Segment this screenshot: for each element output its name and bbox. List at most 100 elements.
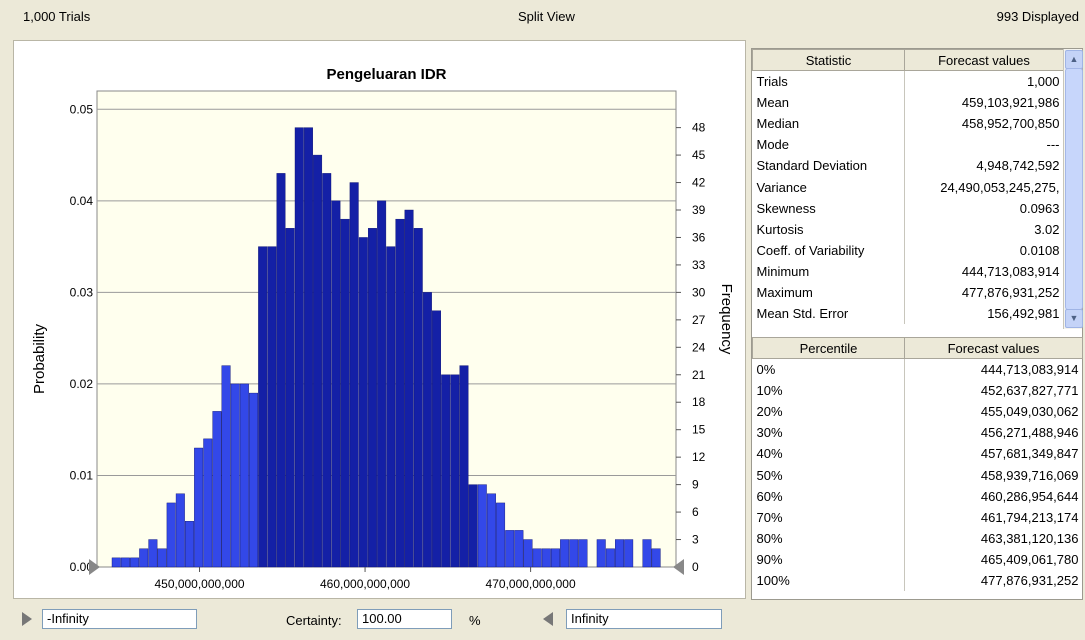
percentile-value: 465,409,061,780	[980, 551, 1079, 567]
statistic-row[interactable]: Trials 1,000	[752, 70, 1083, 93]
histogram-bar	[477, 484, 487, 568]
percentile-row[interactable]: 40% 457,681,349,847	[752, 443, 1083, 465]
percentile-value: 477,876,931,252	[980, 572, 1079, 588]
histogram-bar	[294, 127, 304, 568]
y2-tick-label: 3	[692, 533, 699, 547]
histogram-bar	[221, 365, 231, 568]
chevron-up-icon[interactable]: ▲	[1065, 50, 1083, 69]
percentile-row[interactable]: 30% 456,271,488,946	[752, 422, 1083, 444]
percentile-header[interactable]: Percentile	[752, 337, 905, 359]
statistics-scrollbar[interactable]: ▲ ▼	[1063, 49, 1083, 329]
percentile-row[interactable]: 0% 444,713,083,914	[752, 358, 1083, 381]
y-tick-label: 0.05	[70, 102, 94, 116]
statistic-label: Mean	[752, 92, 905, 114]
y2-tick-label: 21	[692, 368, 706, 382]
statistic-row[interactable]: Minimum 444,713,083,914	[752, 260, 1083, 282]
chart-title: Pengeluaran IDR	[326, 66, 446, 83]
histogram-bar	[486, 493, 496, 568]
statistic-label: Kurtosis	[752, 218, 905, 240]
histogram-bar	[258, 246, 268, 568]
statistic-row[interactable]: Standard Deviation 4,948,742,592	[752, 155, 1083, 177]
statistic-row[interactable]: Mean 459,103,921,986	[752, 92, 1083, 114]
histogram-bar	[175, 493, 185, 568]
histogram-bar	[111, 557, 121, 568]
percentile-value: 456,271,488,946	[980, 425, 1079, 441]
histogram-bar	[303, 127, 313, 568]
lower-bound-input[interactable]	[42, 609, 197, 629]
statistic-row[interactable]: Mean Std. Error 156,492,981	[752, 303, 1083, 325]
histogram-bar	[505, 530, 515, 568]
percentile-value: 460,286,954,644	[980, 488, 1079, 504]
statistic-label: Variance	[752, 176, 905, 198]
triangle-left-icon[interactable]	[543, 612, 553, 626]
histogram-bar	[560, 539, 570, 568]
histogram-bar	[249, 392, 259, 568]
statistics-table: Statistic Forecast values Trials 1,000 Mea…	[752, 49, 1083, 325]
y2-tick-label: 42	[692, 176, 706, 190]
histogram-bar	[468, 484, 478, 568]
histogram-bar	[203, 438, 213, 568]
histogram-bar	[541, 548, 551, 568]
x-tick-label: 450,000,000,000	[154, 577, 244, 591]
y-axis-label: Probability	[31, 323, 48, 394]
forecast-values-header[interactable]: Forecast values	[904, 49, 1064, 71]
percentile-values-header[interactable]: Forecast values	[904, 337, 1083, 359]
statistic-value: 1,000	[1026, 74, 1060, 90]
statistic-row[interactable]: Mode ---	[752, 134, 1083, 156]
triangle-right-icon[interactable]	[22, 612, 32, 626]
percentile-row[interactable]: 20% 455,049,030,062	[752, 401, 1083, 423]
histogram-bar	[130, 557, 140, 568]
scrollbar-thumb[interactable]	[1065, 68, 1083, 310]
y2-tick-label: 45	[692, 148, 706, 162]
statistic-row[interactable]: Median 458,952,700,850	[752, 113, 1083, 135]
histogram-bar	[551, 548, 560, 568]
histogram-bar	[569, 539, 579, 568]
percentile-value: 458,939,716,069	[980, 467, 1079, 483]
percentile-label: 40%	[752, 443, 905, 465]
histogram-bar	[157, 548, 167, 568]
percentile-value: 463,381,120,136	[980, 530, 1079, 546]
histogram-bar	[404, 209, 414, 568]
statistic-label: Coeff. of Variability	[752, 239, 905, 261]
statistic-label: Standard Deviation	[752, 155, 905, 177]
chevron-down-icon[interactable]: ▼	[1065, 309, 1083, 328]
histogram-bar	[395, 218, 405, 568]
upper-bound-input[interactable]	[566, 609, 722, 629]
histogram-bar	[185, 521, 194, 568]
y2-tick-label: 30	[692, 285, 706, 299]
statistic-row[interactable]: Skewness 0.0963	[752, 197, 1083, 219]
certainty-input[interactable]	[357, 609, 452, 629]
percentile-row[interactable]: 50% 458,939,716,069	[752, 464, 1083, 486]
statistics-panel: Statistic Forecast values Trials 1,000 Mea…	[751, 48, 1083, 600]
statistic-label: Trials	[752, 70, 905, 93]
x-tick-label: 470,000,000,000	[486, 577, 576, 591]
percentile-table: Percentile Forecast values 0% 444,713,083…	[752, 337, 1083, 592]
percentile-row[interactable]: 80% 463,381,120,136	[752, 527, 1083, 549]
header-bar: 1,000 Trials Split View 993 Displayed	[0, 0, 1085, 30]
percentile-value: 455,049,030,062	[980, 404, 1079, 420]
histogram-bar	[642, 539, 652, 568]
histogram-chart: 0.000.010.020.030.040.050369121518212427…	[31, 66, 735, 591]
percentile-row[interactable]: 10% 452,637,827,771	[752, 380, 1083, 402]
statistic-row[interactable]: Variance 24,490,053,245,275,	[752, 176, 1083, 198]
statistic-header[interactable]: Statistic	[752, 49, 905, 71]
percentile-row[interactable]: 60% 460,286,954,644	[752, 485, 1083, 507]
view-mode-label[interactable]: Split View	[518, 9, 575, 24]
statistic-value: 4,948,742,592	[976, 158, 1060, 174]
percentile-row[interactable]: 70% 461,794,213,174	[752, 506, 1083, 528]
statistic-row[interactable]: Coeff. of Variability 0.0108	[752, 239, 1083, 261]
percentile-row[interactable]: 90% 465,409,061,780	[752, 548, 1083, 570]
histogram-bar	[368, 228, 377, 568]
histogram-bar	[413, 228, 423, 568]
y2-tick-label: 9	[692, 478, 699, 492]
histogram-bar	[148, 539, 158, 568]
percentile-label: 50%	[752, 464, 905, 486]
statistic-value: 156,492,981	[987, 306, 1060, 322]
percentile-row[interactable]: 100% 477,876,931,252	[752, 569, 1083, 592]
y2-axis-label: Frequency	[718, 284, 735, 355]
histogram-bar	[239, 383, 249, 568]
histogram-bar	[459, 365, 469, 568]
histogram-bar	[450, 374, 460, 568]
statistic-row[interactable]: Kurtosis 3.02	[752, 218, 1083, 240]
statistic-row[interactable]: Maximum 477,876,931,252	[752, 281, 1083, 304]
